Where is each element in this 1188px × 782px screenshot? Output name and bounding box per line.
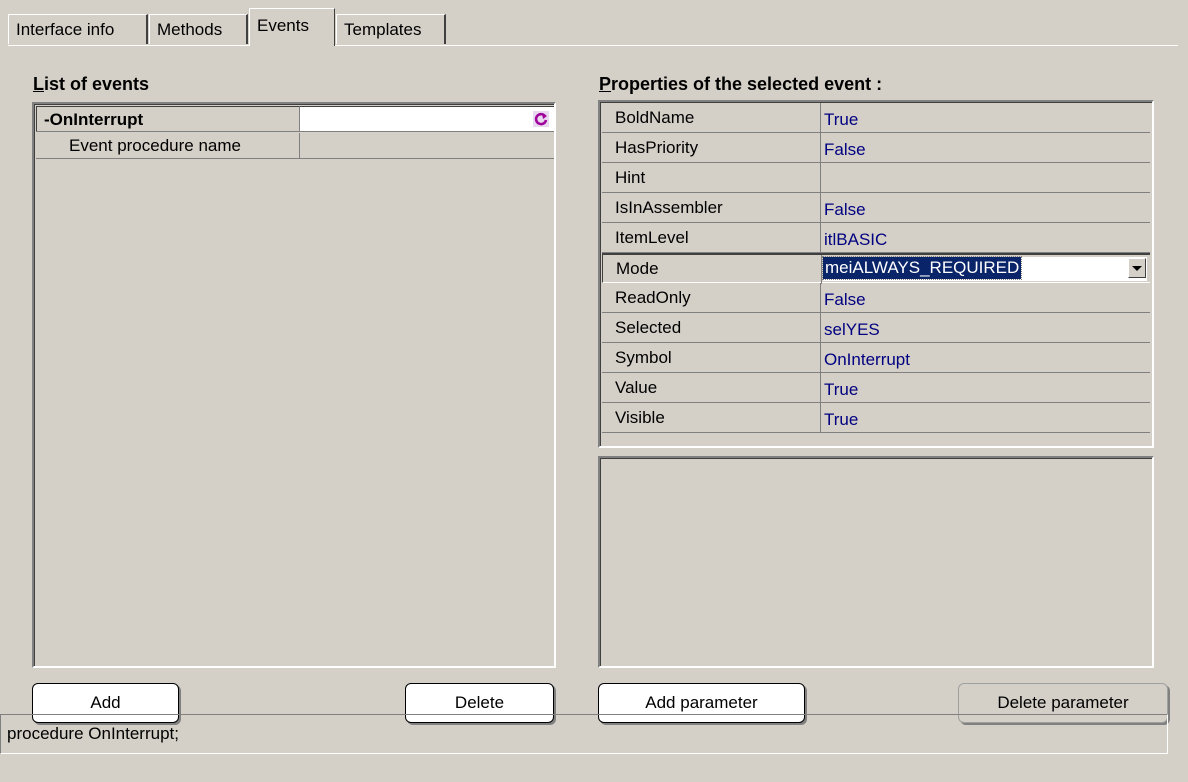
status-bar: procedure OnInterrupt;	[0, 714, 1168, 754]
properties-grid[interactable]: BoldName True HasPriority False Hint IsI…	[598, 100, 1154, 448]
property-row-hint[interactable]: Hint	[602, 163, 1150, 193]
property-value[interactable]: OnInterrupt	[822, 343, 1150, 372]
events-grid[interactable]: -OnInterrupt Event procedure name	[32, 102, 556, 668]
tab-divider	[8, 45, 1178, 46]
properties-heading: Properties of the selected event :	[599, 74, 883, 94]
property-value[interactable]: itlBASIC	[822, 223, 1150, 252]
event-sub-row[interactable]: Event procedure name	[36, 133, 554, 159]
property-value[interactable]: True	[822, 403, 1150, 432]
refresh-icon[interactable]	[532, 110, 550, 128]
property-row-itemlevel[interactable]: ItemLevel itlBASIC	[602, 223, 1150, 253]
property-value[interactable]: True	[822, 103, 1150, 132]
mode-selected-value: meiALWAYS_REQUIRED	[821, 256, 1023, 280]
mode-dropdown[interactable]: meiALWAYS_REQUIRED	[821, 256, 1147, 281]
property-row-isinassembler[interactable]: IsInAssembler False	[602, 193, 1150, 223]
property-row-selected[interactable]: Selected selYES	[602, 313, 1150, 343]
property-name: ItemLevel	[602, 223, 821, 252]
tab-interface-info[interactable]: Interface info	[8, 14, 148, 44]
property-value[interactable]: True	[822, 373, 1150, 402]
event-name[interactable]: -OnInterrupt	[36, 106, 300, 131]
event-value-field[interactable]	[300, 106, 554, 131]
dropdown-arrow-button[interactable]	[1128, 258, 1146, 278]
parameters-panel[interactable]	[598, 456, 1154, 668]
event-procedure-label: Event procedure name	[36, 133, 300, 158]
event-procedure-value[interactable]	[300, 133, 554, 158]
property-name: BoldName	[602, 103, 821, 132]
property-row-boldname[interactable]: BoldName True	[602, 103, 1150, 133]
property-name: Hint	[602, 163, 821, 192]
property-name: Selected	[602, 313, 821, 342]
property-row-readonly[interactable]: ReadOnly False	[602, 283, 1150, 313]
property-value[interactable]: False	[822, 193, 1150, 222]
property-row-visible[interactable]: Visible True	[602, 403, 1150, 433]
property-row-symbol[interactable]: Symbol OnInterrupt	[602, 343, 1150, 373]
property-row-mode[interactable]: Mode meiALWAYS_REQUIRED	[602, 253, 1150, 284]
chevron-down-icon	[1132, 266, 1142, 271]
property-name: ReadOnly	[602, 283, 821, 312]
property-row-haspriority[interactable]: HasPriority False	[602, 133, 1150, 163]
property-value[interactable]: False	[822, 133, 1150, 162]
property-value[interactable]: False	[822, 283, 1150, 312]
event-row[interactable]: -OnInterrupt	[36, 106, 554, 132]
property-value[interactable]: selYES	[822, 313, 1150, 342]
property-name: Symbol	[602, 343, 821, 372]
property-name: Mode	[603, 255, 822, 284]
tab-templates[interactable]: Templates	[336, 14, 446, 44]
tab-events[interactable]: Events	[249, 8, 335, 46]
property-name: HasPriority	[602, 133, 821, 162]
tab-methods[interactable]: Methods	[149, 14, 248, 44]
property-name: Value	[602, 373, 821, 402]
property-row-value[interactable]: Value True	[602, 373, 1150, 403]
property-name: IsInAssembler	[602, 193, 821, 222]
property-name: Visible	[602, 403, 821, 432]
property-value[interactable]	[822, 163, 1150, 192]
list-of-events-heading: List of events	[33, 74, 150, 94]
